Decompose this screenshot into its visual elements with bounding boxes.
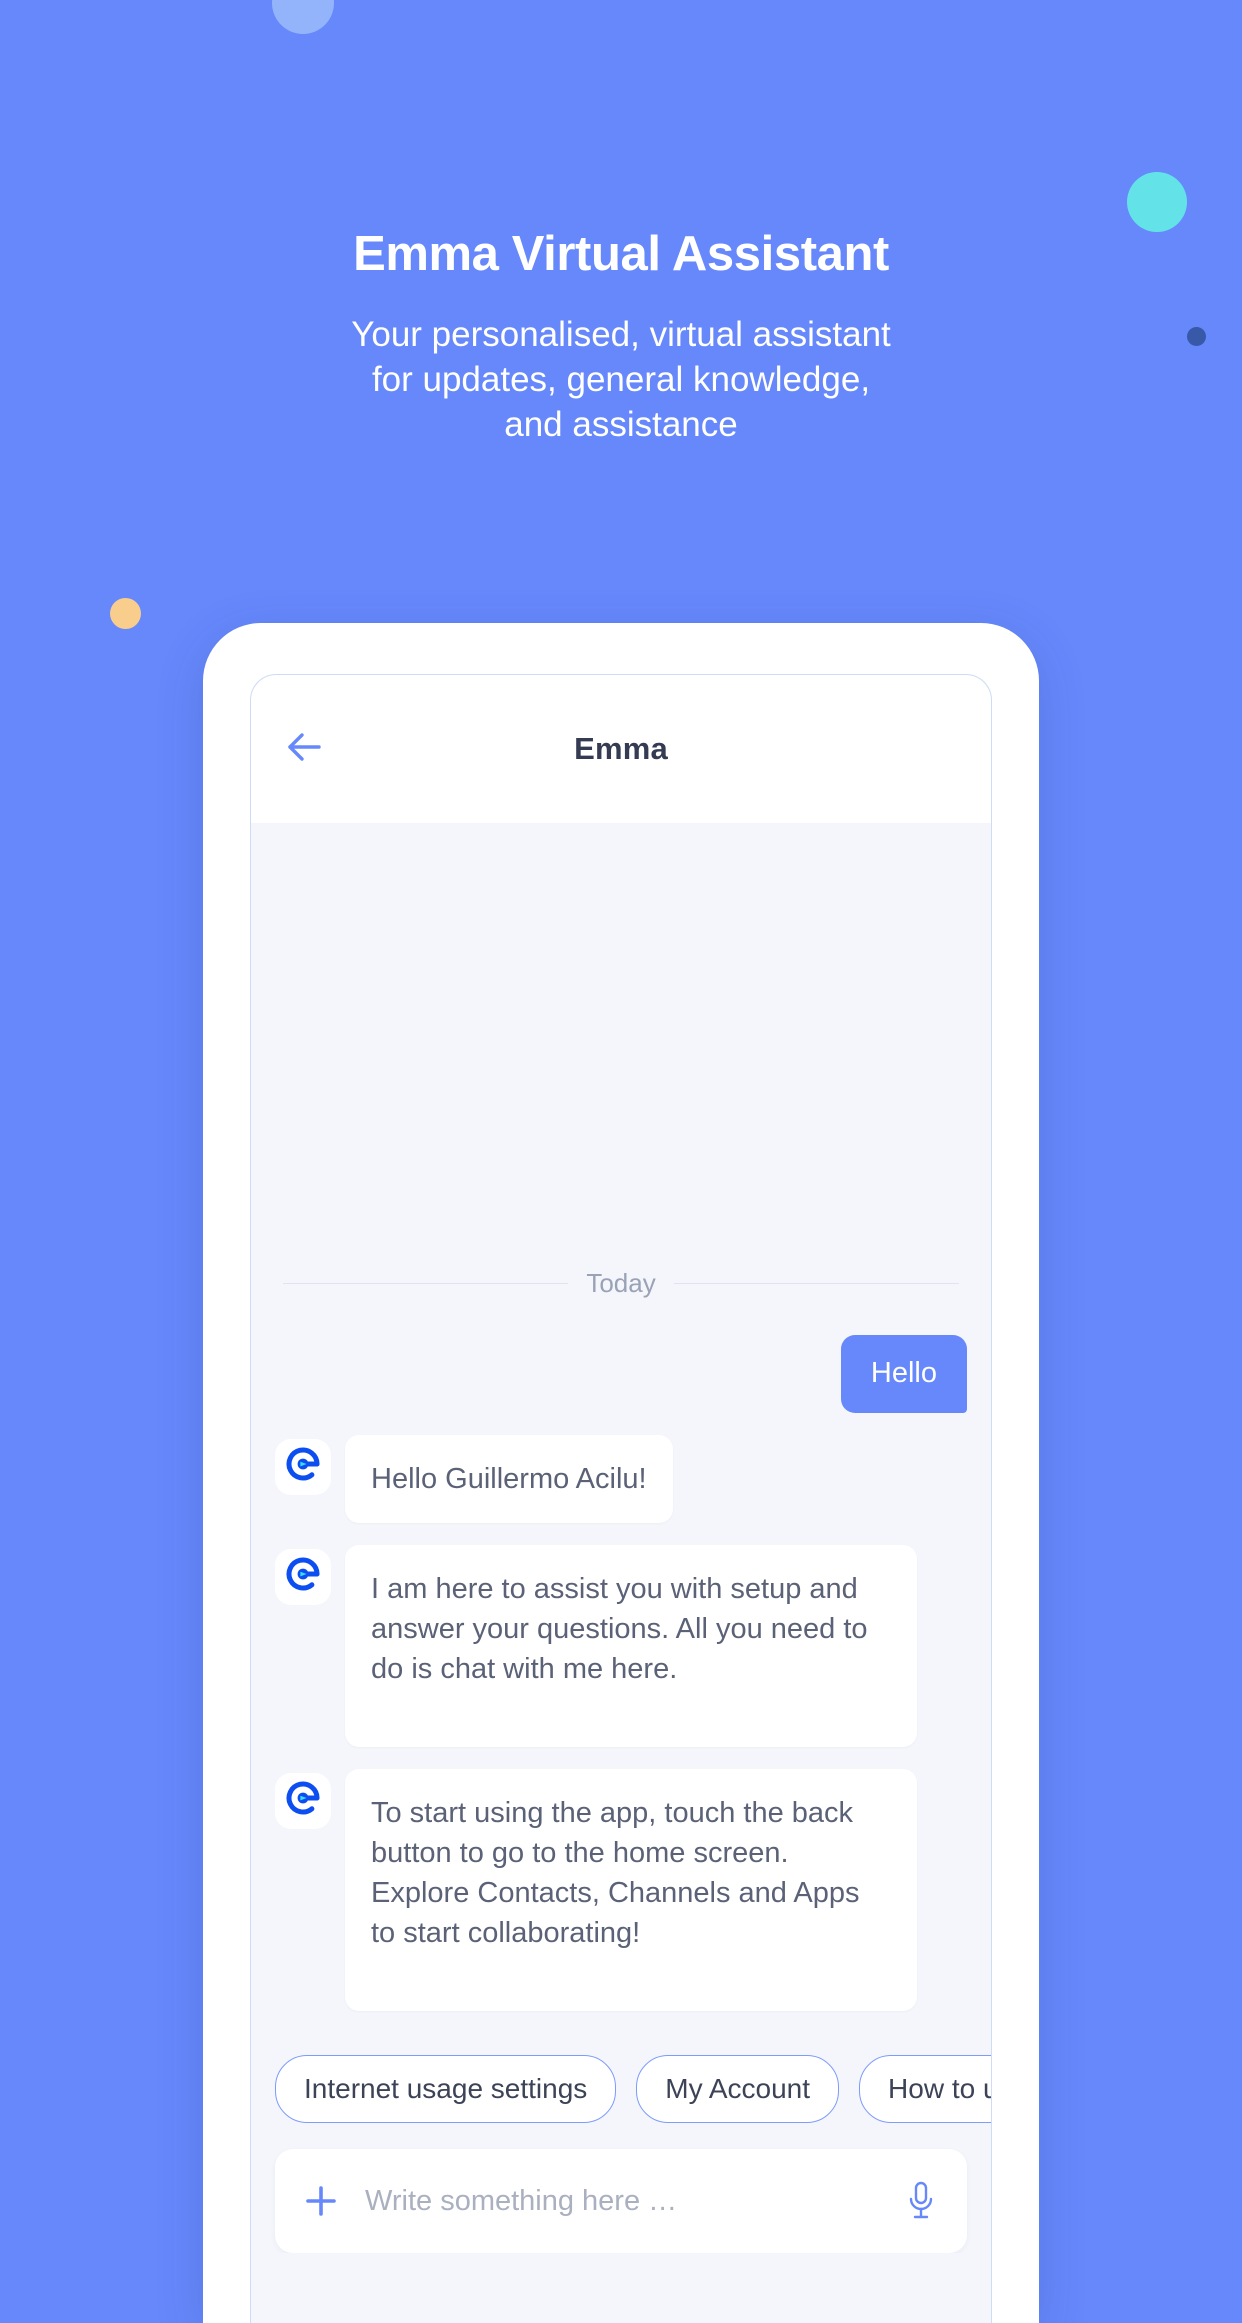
message-row-incoming: To start using the app, touch the back b… (275, 1768, 967, 2011)
composer (275, 2149, 967, 2253)
message-bubble-incoming: I am here to assist you with setup and a… (345, 1544, 917, 1747)
page-title: Emma Virtual Assistant (353, 227, 889, 281)
plus-icon[interactable] (301, 2181, 341, 2221)
chat-message-list[interactable]: Today Hello Hello Guillermo Acilu! I am … (251, 823, 991, 2033)
phone-screen: Emma Today Hello Hello Guillermo Acilu! … (250, 674, 992, 2323)
avatar (275, 1772, 331, 1829)
quick-reply-chip-internet-usage-settings[interactable]: Internet usage settings (275, 2055, 617, 2123)
message-row-incoming: I am here to assist you with setup and a… (275, 1544, 967, 1747)
message-input[interactable] (363, 2183, 901, 2219)
divider-rule-left (283, 1283, 569, 1285)
page-subtitle: Your personalised, virtual assistant for… (351, 314, 891, 445)
day-divider: Today (283, 1268, 960, 1299)
emma-logo-icon (284, 1445, 322, 1488)
emma-logo-icon (284, 1555, 322, 1598)
composer-container (251, 2133, 991, 2323)
divider-rule-right (673, 1283, 960, 1285)
app-bar: Emma (251, 675, 991, 823)
decorative-circle-orange (110, 598, 141, 629)
composer-bottom-spacer (275, 2253, 967, 2323)
microphone-icon[interactable] (901, 2179, 941, 2223)
avatar (275, 1548, 331, 1605)
arrow-left-icon (285, 731, 325, 768)
phone-mockup: Emma Today Hello Hello Guillermo Acilu! … (203, 623, 1039, 2323)
day-divider-label: Today (586, 1268, 656, 1299)
emma-logo-icon (284, 1779, 322, 1822)
quick-reply-chip-list[interactable]: Internet usage settings My Account How t… (251, 2033, 991, 2133)
message-bubble-outgoing: Hello (840, 1335, 967, 1413)
quick-reply-chip-how-to-use[interactable]: How to use (859, 2055, 991, 2123)
avatar (275, 1438, 331, 1495)
quick-reply-chip-my-account[interactable]: My Account (636, 2055, 840, 2123)
message-bubble-incoming: To start using the app, touch the back b… (345, 1768, 917, 2011)
message-row-outgoing: Hello (275, 1335, 967, 1413)
message-row-incoming: Hello Guillermo Acilu! (275, 1434, 967, 1523)
conversation-title: Emma (574, 731, 668, 766)
hero-section: Emma Virtual Assistant Your personalised… (0, 0, 1242, 447)
message-bubble-incoming: Hello Guillermo Acilu! (345, 1434, 673, 1523)
back-button[interactable] (285, 721, 341, 777)
